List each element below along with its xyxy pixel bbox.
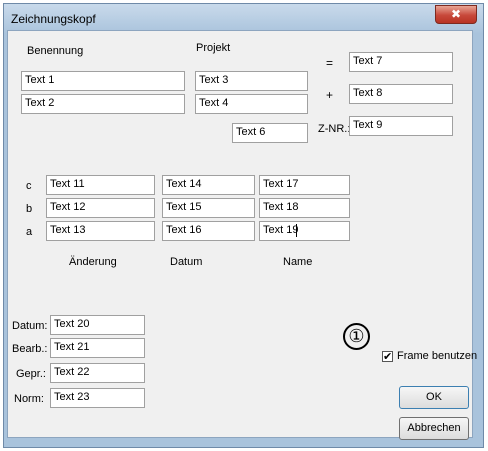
- checkmark-icon: ✔: [383, 350, 393, 363]
- text7-field[interactable]: Text 7: [349, 52, 453, 72]
- benennung-label: Benennung: [27, 45, 84, 57]
- text3-field[interactable]: Text 3: [195, 71, 308, 91]
- row-label-b: b: [26, 203, 33, 215]
- column-aenderung-label: Änderung: [69, 256, 117, 268]
- text-cursor: [296, 224, 297, 237]
- close-icon: ✖: [450, 7, 462, 21]
- norm-label: Norm:: [14, 393, 44, 405]
- text18-field[interactable]: Text 18: [259, 198, 350, 218]
- text6-field[interactable]: Text 6: [232, 123, 308, 143]
- gepr-label: Gepr.:: [16, 368, 46, 380]
- text15-field[interactable]: Text 15: [162, 198, 255, 218]
- text4-field[interactable]: Text 4: [195, 94, 308, 114]
- text23-field[interactable]: Text 23: [50, 388, 145, 408]
- datum-label: Datum:: [12, 320, 48, 332]
- znr-label: Z-NR.:: [318, 123, 351, 135]
- annotation-marker: ①: [343, 323, 370, 350]
- row-label-a: a: [26, 226, 33, 238]
- cancel-button[interactable]: Abbrechen: [399, 417, 469, 440]
- text14-field[interactable]: Text 14: [162, 175, 255, 195]
- window-title: Zeichnungskopf: [11, 12, 96, 26]
- equals-label: =: [326, 56, 334, 70]
- text2-field[interactable]: Text 2: [21, 94, 185, 114]
- frame-checkbox[interactable]: ✔: [382, 351, 393, 362]
- close-button[interactable]: ✖: [435, 5, 477, 24]
- plus-label: +: [326, 88, 334, 102]
- frame-checkbox-label[interactable]: Frame benutzen: [397, 350, 477, 362]
- text22-field[interactable]: Text 22: [50, 363, 145, 383]
- text1-field[interactable]: Text 1: [21, 71, 185, 91]
- text11-field[interactable]: Text 11: [46, 175, 155, 195]
- text12-field[interactable]: Text 12: [46, 198, 155, 218]
- text9-field[interactable]: Text 9: [349, 116, 453, 136]
- text13-field[interactable]: Text 13: [46, 221, 155, 241]
- row-label-c: c: [26, 180, 32, 192]
- text21-field[interactable]: Text 21: [50, 338, 145, 358]
- text17-field[interactable]: Text 17: [259, 175, 350, 195]
- text16-field[interactable]: Text 16: [162, 221, 255, 241]
- text19-field[interactable]: Text 19: [259, 221, 350, 241]
- projekt-label: Projekt: [196, 42, 231, 54]
- annotation-number: ①: [348, 326, 365, 346]
- text20-field[interactable]: Text 20: [50, 315, 145, 335]
- ok-button[interactable]: OK: [399, 386, 469, 409]
- text8-field[interactable]: Text 8: [349, 84, 453, 104]
- bearb-label: Bearb.:: [12, 343, 48, 355]
- column-name-label: Name: [283, 256, 313, 268]
- column-datum-label: Datum: [170, 256, 203, 268]
